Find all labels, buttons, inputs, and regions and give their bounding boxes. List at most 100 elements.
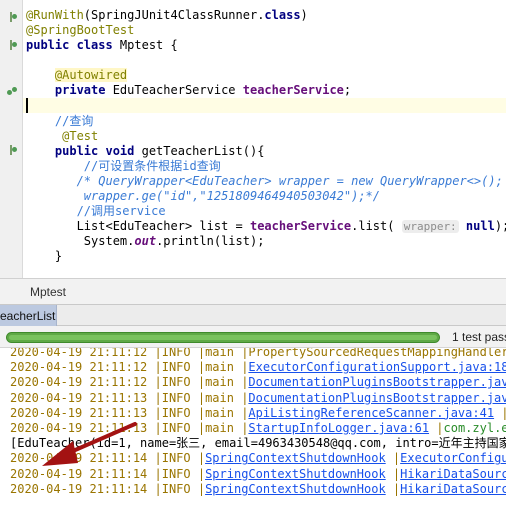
console-line: 2020-04-19 21:11:14 |INFO |SpringContext… bbox=[10, 451, 506, 466]
code-token: getTeacherList(){ bbox=[141, 144, 265, 158]
code-editor[interactable]: @RunWith(SpringJUnit4ClassRunner.class) @… bbox=[0, 0, 506, 278]
test-progress-fill bbox=[9, 335, 437, 340]
console-text: 2020-04-19 21:11:13 |INFO |main | bbox=[10, 421, 249, 435]
console-text: com.zyl.ed bbox=[443, 421, 506, 435]
code-line: @Autowired bbox=[26, 68, 128, 83]
console-text: 2020-04-19 21:11:14 |INFO | bbox=[10, 451, 206, 466]
console-output[interactable]: 2020-04-19 21:11:12 |INFO |main |Propert… bbox=[0, 348, 506, 505]
console-text: 2020-04-19 21:11:13 |INFO |main | bbox=[10, 390, 249, 405]
code-token: @Autowired bbox=[54, 68, 128, 82]
code-token: public void bbox=[54, 144, 142, 158]
code-line: @RunWith(SpringJUnit4ClassRunner.class) bbox=[26, 8, 308, 23]
console-text: | bbox=[385, 451, 401, 466]
code-token: ; bbox=[343, 83, 352, 97]
console-text: | bbox=[385, 466, 401, 481]
console-link[interactable]: ExecutorConfigurationSupport.java:181 bbox=[248, 360, 506, 374]
console-line: 2020-04-19 21:11:14 |INFO |SpringContext… bbox=[10, 482, 506, 497]
code-token: //调用service bbox=[76, 204, 166, 218]
code-token: teacherService bbox=[242, 83, 344, 97]
code-token: .println(list); bbox=[156, 234, 265, 248]
console-link[interactable]: SpringContextShutdownHook bbox=[205, 451, 386, 465]
code-token: null bbox=[465, 219, 495, 233]
code-line: } bbox=[26, 249, 62, 264]
console-link[interactable]: StartupInfoLogger.java:61 bbox=[248, 421, 429, 435]
code-token: //查询 bbox=[54, 114, 94, 128]
gutter-divider bbox=[22, 0, 23, 278]
console-line: 2020-04-19 21:11:13 |INFO |main |Startup… bbox=[10, 421, 506, 436]
console-link[interactable]: SpringContextShutdownHook bbox=[205, 467, 386, 481]
code-token: @SpringBootTest bbox=[26, 23, 135, 37]
console-line: 2020-04-19 21:11:12 |INFO |main |Executo… bbox=[10, 360, 506, 375]
code-line: //可设置条件根据id查询 bbox=[26, 159, 221, 174]
code-token: List<EduTeacher> list = bbox=[26, 219, 250, 233]
run-config-name[interactable]: Mptest bbox=[30, 285, 66, 299]
console-text: 2020-04-19 21:11:12 |INFO |main | bbox=[10, 375, 249, 390]
code-line: /* QueryWrapper<EduTeacher> wrapper = ne… bbox=[26, 174, 503, 189]
console-text: 2020-04-19 21:11:14 |INFO | bbox=[10, 481, 206, 496]
console-text: [EduTeacher(id=1, name=张三, email=4963430… bbox=[10, 436, 506, 451]
code-line: System.out.println(list); bbox=[26, 234, 265, 249]
console-link[interactable]: DocumentationPluginsBootstrapper.java bbox=[248, 375, 506, 389]
current-line-highlight bbox=[23, 98, 506, 113]
code-token: ); bbox=[494, 219, 506, 233]
code-token: (SpringJUnit4ClassRunner. bbox=[83, 8, 265, 22]
code-token: @Test bbox=[62, 129, 99, 143]
console-link[interactable]: HikariDataSource bbox=[400, 467, 506, 481]
code-token: class bbox=[264, 8, 301, 22]
console-text: | bbox=[429, 421, 444, 435]
run-test-method-icon[interactable] bbox=[7, 145, 17, 155]
console-text: | bbox=[501, 405, 506, 420]
code-token: out bbox=[134, 234, 157, 248]
console-line: 2020-04-19 21:11:13 |INFO |main |ApiList… bbox=[10, 406, 506, 421]
console-link[interactable]: SpringContextShutdownHook bbox=[205, 482, 386, 496]
code-line: //查询 bbox=[26, 114, 93, 129]
console-line: 2020-04-19 21:11:12 |INFO |main |Propert… bbox=[10, 348, 506, 360]
console-text: 2020-04-19 21:11:12 |INFO |main |Propert… bbox=[10, 348, 506, 359]
code-line: public void getTeacherList(){ bbox=[26, 144, 265, 159]
run-tab-bar: eacherList bbox=[0, 304, 506, 326]
code-token: private bbox=[54, 83, 113, 97]
code-token: //可设置条件根据id查询 bbox=[83, 159, 221, 173]
code-token: System. bbox=[26, 234, 135, 248]
console-text: | bbox=[385, 481, 401, 496]
code-line: private EduTeacherService teacherService… bbox=[26, 83, 351, 98]
console-text: 2020-04-19 21:11:13 |INFO |main | bbox=[10, 405, 249, 420]
console-line: 2020-04-19 21:11:14 |INFO |SpringContext… bbox=[10, 467, 506, 482]
console-line: 2020-04-19 21:11:13 |INFO |main |Documen… bbox=[10, 391, 506, 406]
run-test-class-icon[interactable] bbox=[7, 12, 17, 22]
code-line: @Test bbox=[26, 129, 98, 144]
code-line: @SpringBootTest bbox=[26, 23, 134, 38]
tab-get-teacher-list[interactable]: eacherList bbox=[0, 305, 57, 326]
code-token: Mptest { bbox=[119, 38, 178, 52]
code-token: @RunWith bbox=[26, 8, 84, 22]
code-token: } bbox=[26, 249, 63, 263]
test-status-bar: 1 test pass bbox=[0, 326, 506, 348]
console-text: 2020-04-19 21:11:14 |INFO | bbox=[10, 466, 206, 481]
code-line: List<EduTeacher> list = teacherService.l… bbox=[26, 219, 506, 234]
console-link[interactable]: ApiListingReferenceScanner.java:41 bbox=[248, 406, 494, 420]
text-caret bbox=[26, 98, 28, 113]
console-link[interactable]: ExecutorConfigur bbox=[400, 451, 506, 465]
code-token: .list( bbox=[351, 219, 402, 233]
code-token: ) bbox=[300, 8, 308, 22]
run-test-class-icon[interactable] bbox=[7, 40, 17, 50]
console-text: 2020-04-19 21:11:12 |INFO |main | bbox=[10, 360, 249, 375]
code-token: EduTeacherService bbox=[112, 83, 243, 97]
console-link[interactable]: HikariDataSource bbox=[400, 482, 506, 496]
console-link[interactable]: DocumentationPluginsBootstrapper.java bbox=[248, 391, 506, 405]
bean-icon[interactable] bbox=[7, 85, 17, 95]
tab-label: eacherList bbox=[0, 309, 56, 323]
code-line: wrapper.ge("id","1251809464940503042");*… bbox=[26, 189, 380, 204]
test-pass-status: 1 test pass bbox=[452, 330, 506, 344]
run-tool-window-header: Mptest bbox=[0, 278, 506, 304]
